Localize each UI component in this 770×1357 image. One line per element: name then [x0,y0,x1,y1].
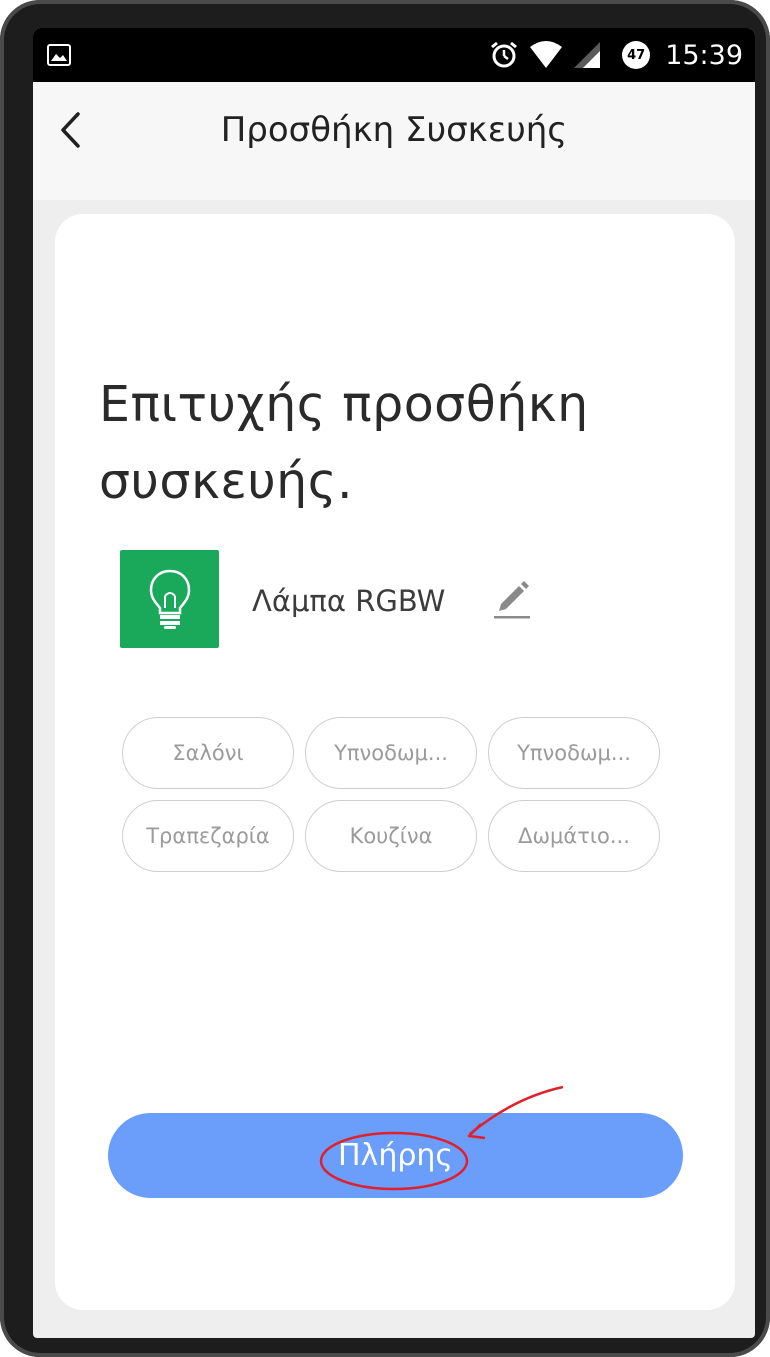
room-chip[interactable]: Δωμάτιο... [488,800,660,872]
app-bar: Προσθήκη Συσκευής [33,82,755,200]
success-headline: Επιτυχής προσθήκη συσκευής. [99,366,719,520]
lightbulb-icon [149,569,190,629]
room-chip[interactable]: Υπνοδωμ... [488,717,660,789]
done-button-label: Πλήρης [338,1138,453,1173]
wifi-icon [530,41,563,68]
headline-line-2: συσκευής. [99,453,354,510]
alarm-icon [491,41,518,68]
room-chip[interactable]: Κουζίνα [305,800,477,872]
pencil-icon[interactable] [493,578,531,620]
notification-badge-count: 47 [627,47,646,63]
headline-line-1: Επιτυχής προσθήκη [99,376,589,433]
screen: 47 15:39 Προσθήκη Συσκευής Επιτυχής προσ… [33,28,755,1338]
page-title: Προσθήκη Συσκευής [220,110,568,150]
room-chip[interactable]: Υπνοδωμ... [305,717,477,789]
phone-frame: 47 15:39 Προσθήκη Συσκευής Επιτυχής προσ… [0,0,770,1357]
status-icons: 47 15:39 [489,28,743,82]
image-icon [47,44,71,66]
room-chip[interactable]: Τραπεζαρία [122,800,294,872]
done-button[interactable]: Πλήρης [108,1113,683,1198]
room-chip[interactable]: Σαλόνι [122,717,294,789]
device-icon-tile [120,550,219,648]
signal-icon [574,42,601,68]
status-bar: 47 15:39 [33,28,755,82]
status-time: 15:39 [665,39,743,71]
device-name: Λάμπα RGBW [252,584,446,618]
badge-icon: 47 [621,40,651,70]
